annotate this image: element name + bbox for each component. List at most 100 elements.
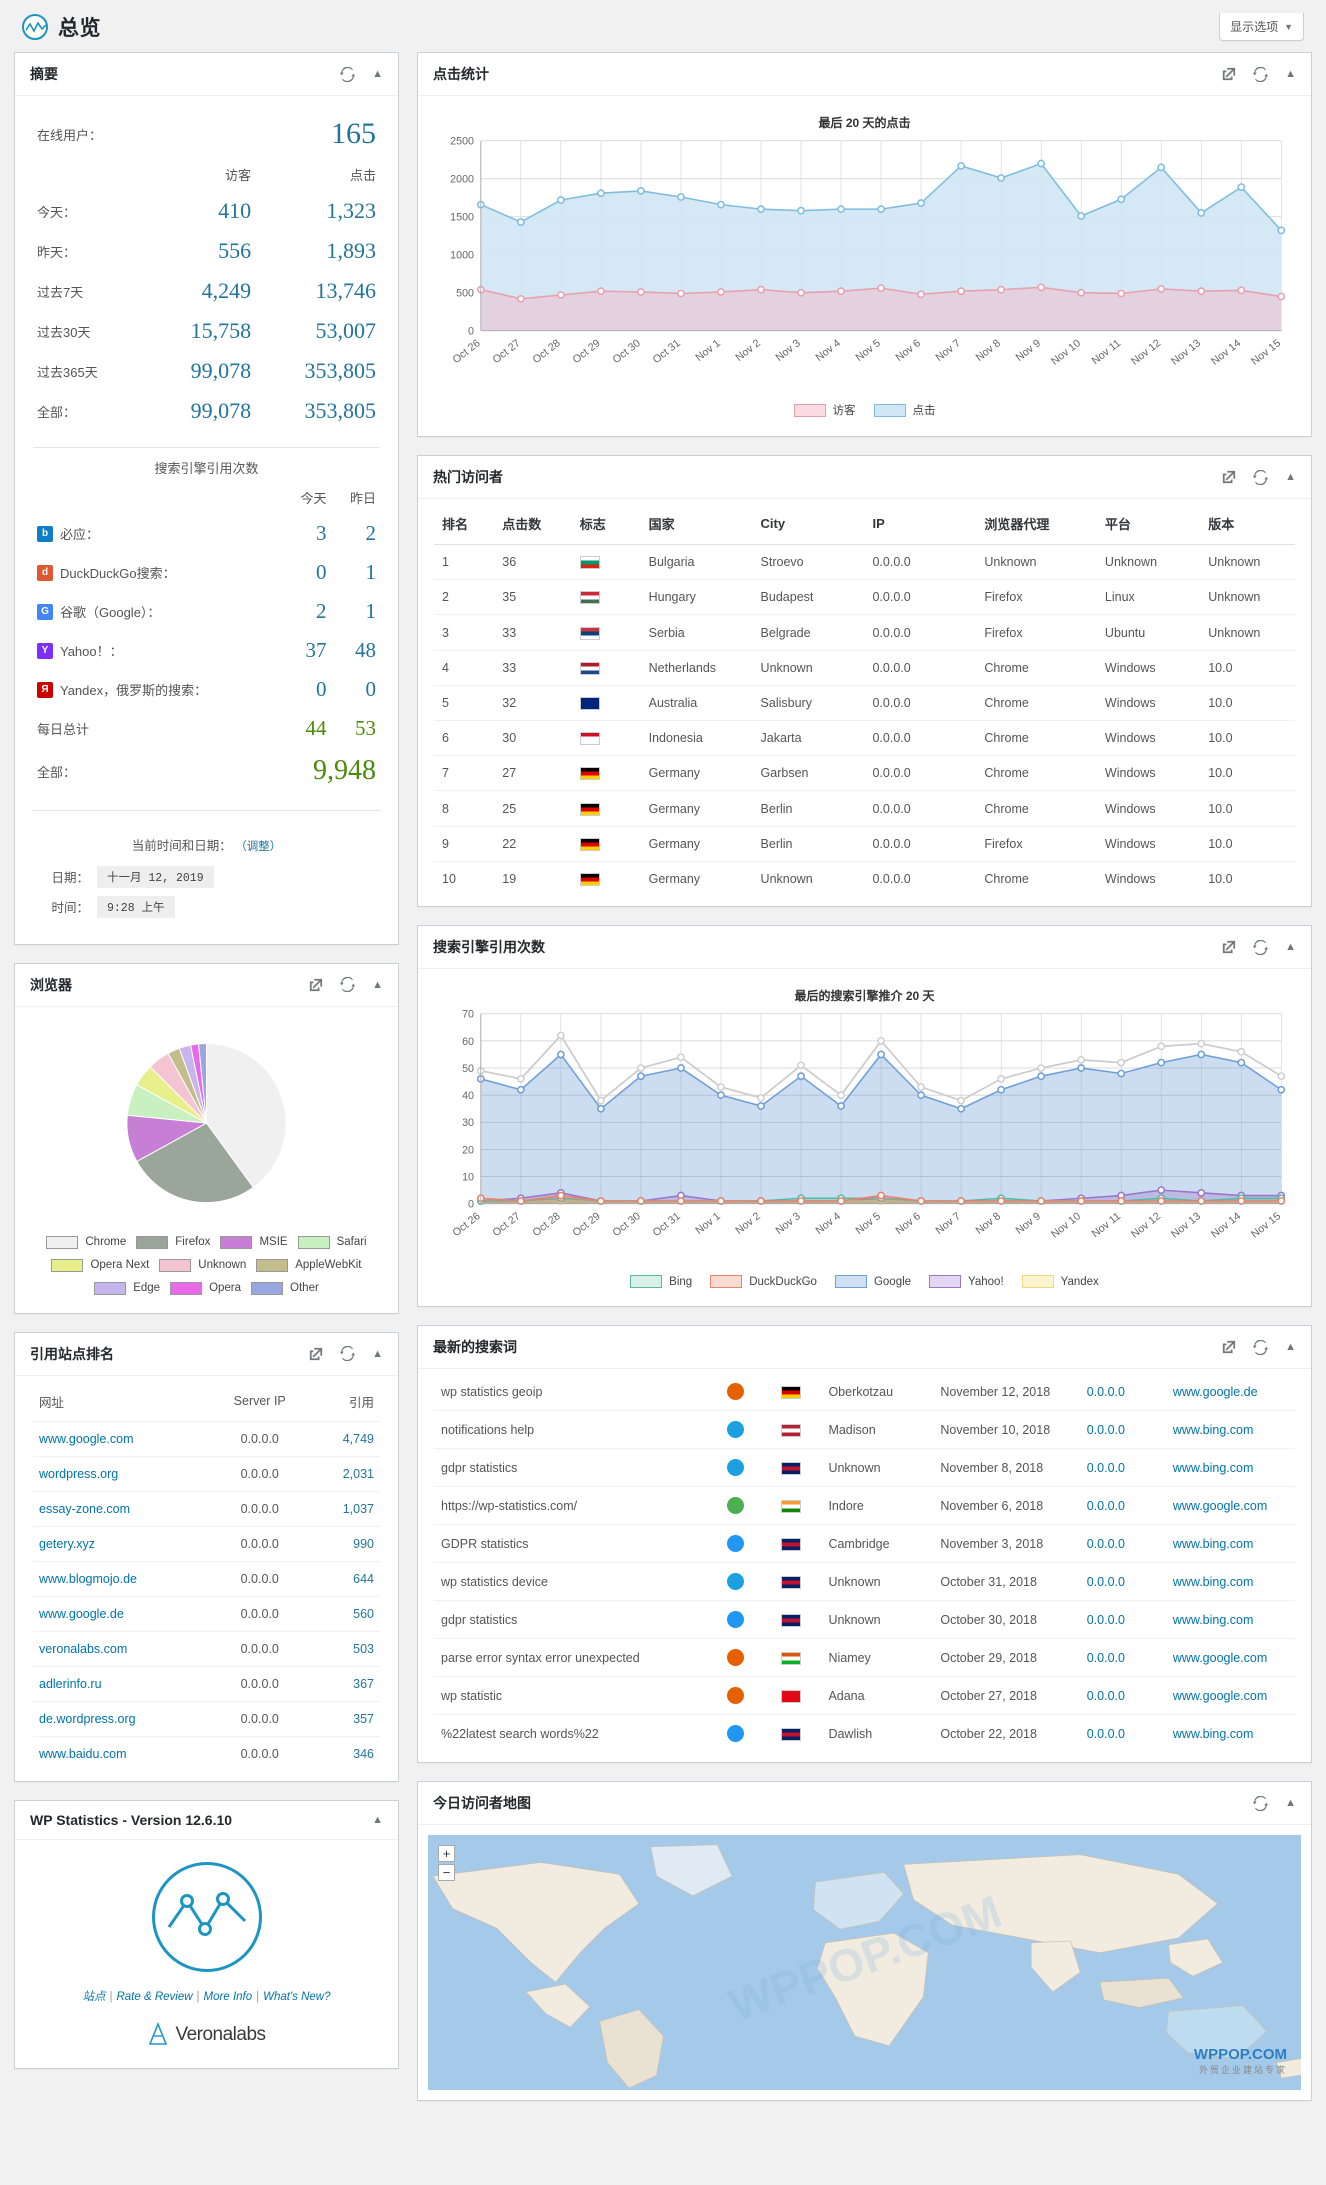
screen-options-button[interactable]: 显示选项 ▼ bbox=[1219, 13, 1304, 41]
col-agent: 浏览器代理 bbox=[976, 503, 1097, 546]
referrer-link[interactable]: getery.xyz bbox=[39, 1537, 95, 1551]
map-zoom-in-button[interactable]: + bbox=[438, 1845, 455, 1863]
country-flag-icon bbox=[781, 1689, 802, 1703]
visitor-rank: 4 bbox=[434, 650, 495, 686]
search-ip-link[interactable]: 0.0.0.0 bbox=[1087, 1537, 1125, 1551]
external-link-icon[interactable] bbox=[309, 1347, 323, 1361]
about-link-rate[interactable]: Rate & Review bbox=[116, 1991, 192, 2003]
search-ip-link[interactable]: 0.0.0.0 bbox=[1087, 1499, 1125, 1513]
referrer-link[interactable]: adlerinfo.ru bbox=[39, 1677, 102, 1691]
search-words-panel-title: 最新的搜索词 bbox=[433, 1339, 517, 1356]
refresh-icon[interactable] bbox=[1253, 1339, 1269, 1355]
refresh-icon[interactable] bbox=[1253, 1795, 1269, 1811]
referrer-link[interactable]: www.baidu.com bbox=[39, 1747, 127, 1761]
search-city: Cambridge bbox=[821, 1524, 934, 1564]
search-referrer-link[interactable]: www.bing.com bbox=[1173, 1575, 1254, 1589]
chevron-up-icon[interactable]: ▲ bbox=[372, 979, 383, 991]
country-flag-icon bbox=[781, 1727, 802, 1741]
search-referrer-link[interactable]: www.google.com bbox=[1173, 1499, 1268, 1513]
search-ip-link[interactable]: 0.0.0.0 bbox=[1087, 1651, 1125, 1665]
referrer-link[interactable]: wordpress.org bbox=[39, 1467, 118, 1481]
chevron-up-icon[interactable]: ▲ bbox=[1285, 1341, 1296, 1353]
legend-item: Unknown bbox=[159, 1258, 246, 1272]
chevron-up-icon[interactable]: ▲ bbox=[1285, 1797, 1296, 1809]
search-ip-link[interactable]: 0.0.0.0 bbox=[1087, 1689, 1125, 1703]
search-referrer-link[interactable]: www.bing.com bbox=[1173, 1423, 1254, 1437]
search-ip-link[interactable]: 0.0.0.0 bbox=[1087, 1613, 1125, 1627]
refresh-icon[interactable] bbox=[1253, 66, 1269, 82]
svg-text:Nov 15: Nov 15 bbox=[1249, 1210, 1283, 1240]
external-link-icon[interactable] bbox=[1222, 1340, 1236, 1354]
external-link-icon[interactable] bbox=[1222, 67, 1236, 81]
referrer-count: 990 bbox=[310, 1526, 380, 1562]
referrer-link[interactable]: www.google.com bbox=[39, 1432, 134, 1446]
country-flag-icon bbox=[781, 1575, 802, 1589]
se-label: Yahoo！： bbox=[60, 644, 123, 659]
search-ip-link[interactable]: 0.0.0.0 bbox=[1087, 1385, 1125, 1399]
visitor-hits: 35 bbox=[494, 579, 572, 616]
se-row-bing: b 必应： 3 2 bbox=[33, 514, 380, 553]
referrer-link[interactable]: www.google.de bbox=[39, 1607, 124, 1621]
country-flag bbox=[761, 1410, 822, 1450]
map-zoom-out-button[interactable]: − bbox=[438, 1864, 455, 1882]
external-link-icon[interactable] bbox=[309, 978, 323, 992]
chevron-up-icon[interactable]: ▲ bbox=[1285, 471, 1296, 483]
search-referrer-link[interactable]: www.google.com bbox=[1173, 1651, 1268, 1665]
about-link-more-info[interactable]: More Info bbox=[204, 1991, 253, 2003]
referrer-link[interactable]: veronalabs.com bbox=[39, 1642, 127, 1656]
search-referrer: www.google.de bbox=[1165, 1373, 1295, 1412]
country-flag-icon bbox=[579, 873, 600, 887]
search-referrer-link[interactable]: www.google.com bbox=[1173, 1689, 1268, 1703]
about-link-whats-new[interactable]: What's New? bbox=[263, 1991, 330, 2003]
visitor-country: Australia bbox=[640, 685, 753, 722]
chevron-up-icon[interactable]: ▲ bbox=[372, 1814, 383, 1826]
ie-browser-icon bbox=[726, 1459, 744, 1477]
refresh-icon[interactable] bbox=[340, 66, 356, 82]
se-yesterday: 0 bbox=[365, 677, 377, 701]
search-city: Unknown bbox=[821, 1448, 934, 1488]
about-link-site[interactable]: 站点 bbox=[82, 1991, 105, 2003]
visitor-flag bbox=[572, 861, 641, 896]
svg-text:Nov 11: Nov 11 bbox=[1090, 337, 1124, 367]
country-flag bbox=[761, 1600, 822, 1640]
legend-swatch bbox=[834, 1275, 867, 1289]
referrer-link[interactable]: essay-zone.com bbox=[39, 1502, 130, 1516]
external-link-icon[interactable] bbox=[1222, 940, 1236, 954]
legend-item: Opera Next bbox=[51, 1258, 149, 1272]
table-row: wp statistic Adana October 27, 2018 0.0.0.0… bbox=[434, 1676, 1295, 1716]
chevron-up-icon[interactable]: ▲ bbox=[1285, 941, 1296, 953]
visitor-version: 10.0 bbox=[1208, 871, 1233, 886]
refresh-icon[interactable] bbox=[340, 977, 356, 992]
referrer-link[interactable]: www.blogmojo.de bbox=[39, 1572, 137, 1586]
referrer-link[interactable]: de.wordpress.org bbox=[39, 1712, 136, 1726]
hits-panel: 点击统计 ▲ 最后 20 天的点击 0 500 1000 1500 2000 2… bbox=[417, 52, 1312, 438]
search-ip-link[interactable]: 0.0.0.0 bbox=[1087, 1575, 1125, 1589]
ie-browser-icon bbox=[726, 1573, 744, 1591]
chevron-up-icon[interactable]: ▲ bbox=[1285, 68, 1296, 80]
search-referrer-link[interactable]: www.bing.com bbox=[1173, 1727, 1254, 1741]
external-link-icon[interactable] bbox=[1222, 470, 1236, 484]
refresh-icon[interactable] bbox=[1253, 469, 1269, 485]
search-date: October 27, 2018 bbox=[933, 1676, 1080, 1716]
search-ip: 0.0.0.0 bbox=[1080, 1715, 1166, 1753]
search-referrer-link[interactable]: www.bing.com bbox=[1173, 1613, 1254, 1627]
se-col-headers: 今天 昨日 bbox=[33, 481, 380, 514]
summary-row: 全部： 99,078 353,805 bbox=[33, 391, 380, 431]
visitors-map[interactable]: + − WPPOP.COM WPPOP.COM 外贸企业建站专家 bbox=[428, 1835, 1301, 2091]
search-ip-link[interactable]: 0.0.0.0 bbox=[1087, 1423, 1125, 1437]
search-ip-link[interactable]: 0.0.0.0 bbox=[1087, 1461, 1125, 1475]
refresh-icon[interactable] bbox=[340, 1346, 356, 1362]
search-word: gdpr statistics bbox=[434, 1600, 710, 1640]
country-flag-icon bbox=[579, 767, 600, 781]
search-ip-link[interactable]: 0.0.0.0 bbox=[1087, 1727, 1125, 1741]
search-referrer-link[interactable]: www.bing.com bbox=[1173, 1461, 1254, 1475]
map-zoom-controls[interactable]: + − bbox=[438, 1845, 455, 1883]
chevron-up-icon[interactable]: ▲ bbox=[372, 1348, 383, 1360]
unknown-browser-icon bbox=[726, 1611, 744, 1629]
chevron-up-icon[interactable]: ▲ bbox=[372, 68, 383, 80]
datetime-adjust-link[interactable]: （调整） bbox=[235, 841, 281, 853]
search-referrer-link[interactable]: www.google.de bbox=[1173, 1385, 1258, 1399]
refresh-icon[interactable] bbox=[1253, 939, 1269, 955]
country-flag bbox=[761, 1638, 822, 1678]
search-referrer-link[interactable]: www.bing.com bbox=[1173, 1537, 1254, 1551]
